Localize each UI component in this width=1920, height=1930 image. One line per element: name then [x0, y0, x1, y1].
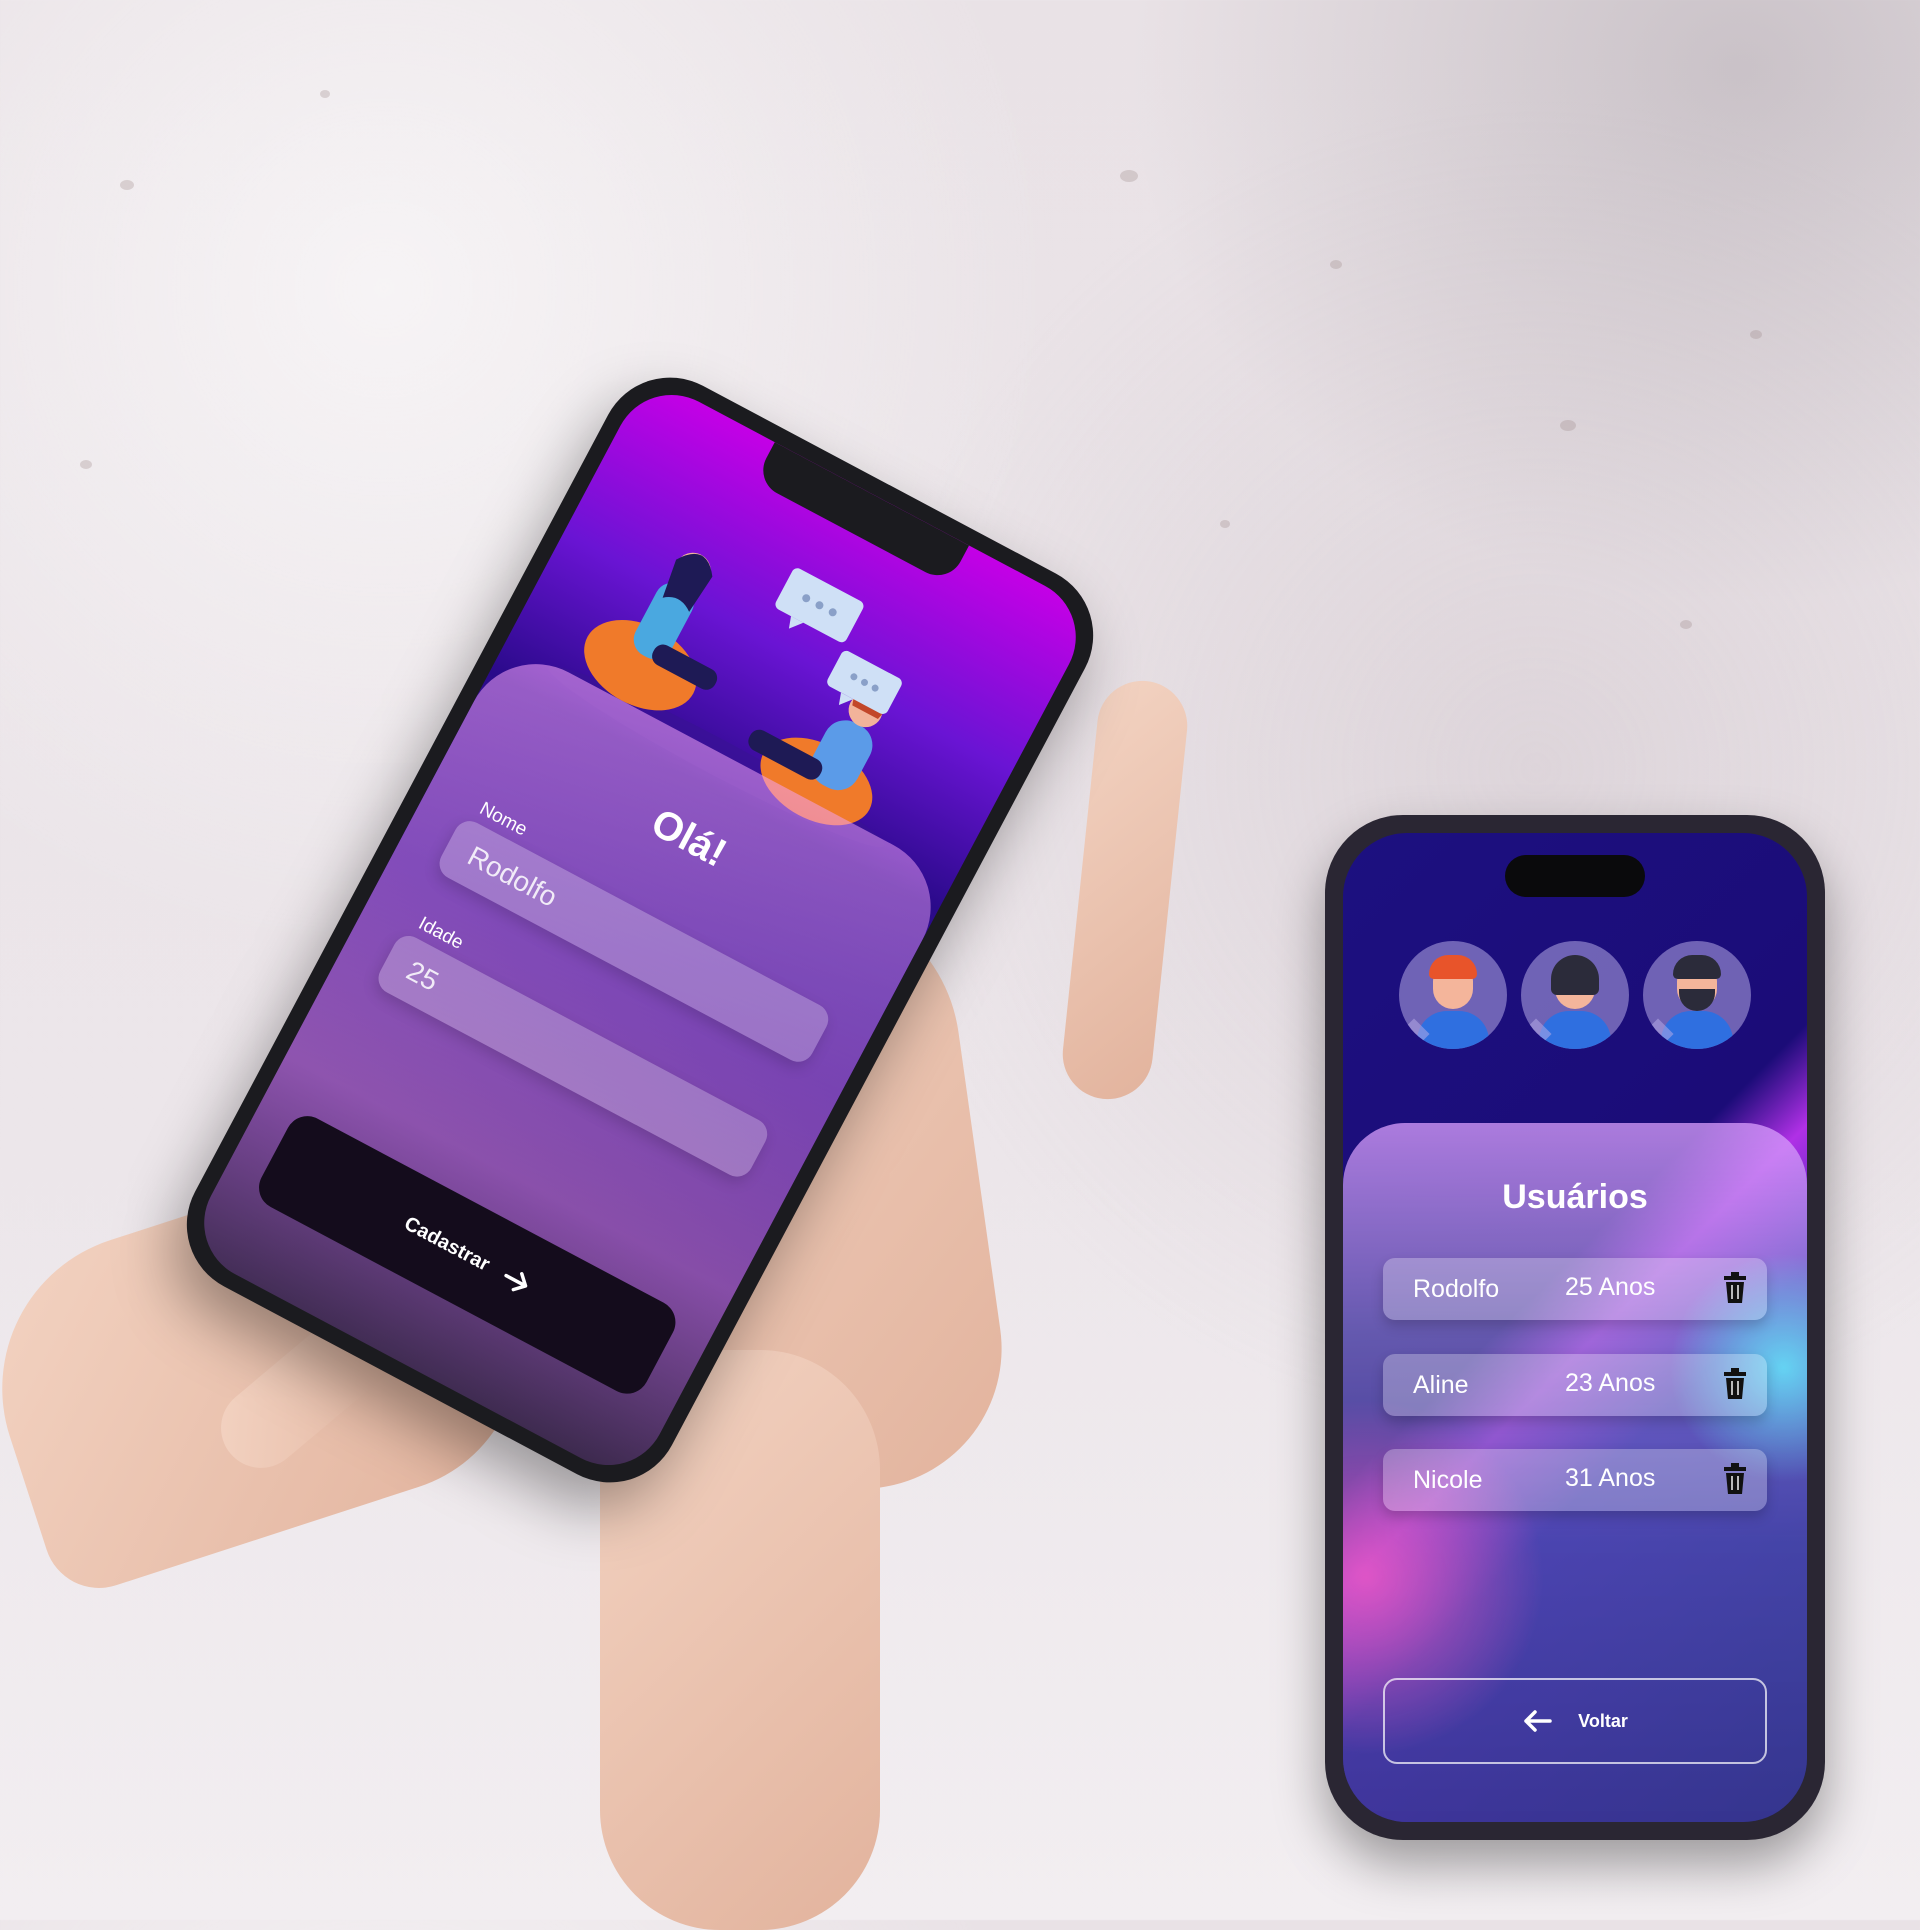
- user-name: Aline: [1413, 1371, 1469, 1399]
- user-age: 31 Anos: [1565, 1464, 1656, 1492]
- users-title: Usuários: [1502, 1178, 1648, 1216]
- arrow-right-icon: [504, 1271, 527, 1292]
- user-name: Rodolfo: [1413, 1275, 1500, 1303]
- wall-speck: [1330, 260, 1342, 269]
- arrow-left-icon: [1524, 1710, 1552, 1732]
- user-row[interactable]: Aline 23 Anos: [1383, 1354, 1767, 1416]
- register-button-label: Cadastrar: [400, 1212, 494, 1276]
- phone-users: Usuários Rodolfo 25 Anos Aline 23 Anos N…: [1325, 815, 1825, 1840]
- wall-speck: [1750, 330, 1762, 339]
- dynamic-island: [1505, 855, 1645, 897]
- back-button[interactable]: Voltar: [1383, 1678, 1767, 1764]
- trash-icon[interactable]: [1723, 1368, 1747, 1400]
- user-row[interactable]: Nicole 31 Anos: [1383, 1449, 1767, 1511]
- holding-hand-thumb: [1058, 676, 1192, 1104]
- trash-icon[interactable]: [1723, 1272, 1747, 1304]
- user-age: 25 Anos: [1565, 1273, 1656, 1301]
- wall-speck: [320, 90, 330, 98]
- avatar-group: [1343, 941, 1807, 1051]
- avatar-bearded-man-icon: [1643, 941, 1751, 1049]
- avatar-woman-icon: [1521, 941, 1629, 1049]
- trash-icon[interactable]: [1723, 1463, 1747, 1495]
- user-name: Nicole: [1413, 1466, 1483, 1494]
- user-age: 23 Anos: [1565, 1369, 1656, 1397]
- wall-speck: [1680, 620, 1692, 629]
- wall-speck: [120, 180, 134, 190]
- wall-speck: [80, 460, 92, 469]
- wall-shadow: [1020, 0, 1920, 700]
- back-button-label: Voltar: [1578, 1710, 1628, 1731]
- wall-speck: [1220, 520, 1230, 528]
- wall-speck: [1560, 420, 1576, 431]
- wall-speck: [1120, 170, 1138, 182]
- avatar-man-icon: [1399, 941, 1507, 1049]
- users-screen: Usuários Rodolfo 25 Anos Aline 23 Anos N…: [1343, 833, 1807, 1822]
- user-row[interactable]: Rodolfo 25 Anos: [1383, 1258, 1767, 1320]
